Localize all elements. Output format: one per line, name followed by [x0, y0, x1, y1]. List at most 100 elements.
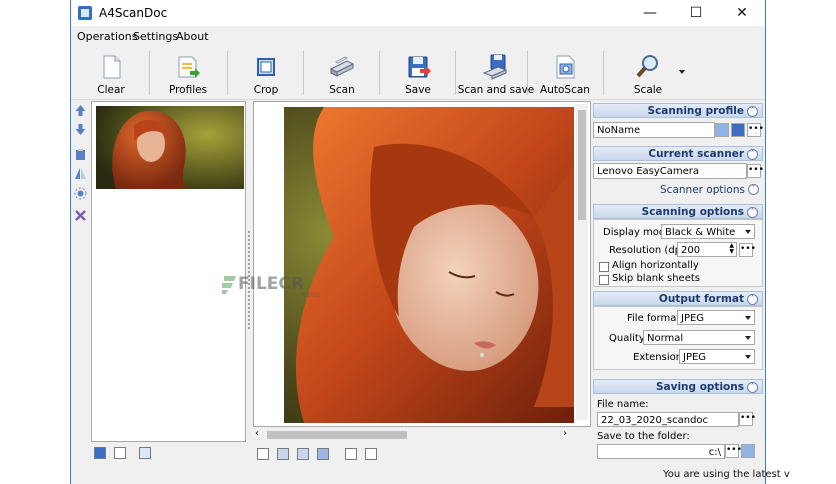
- profiles-button[interactable]: Profiles: [151, 49, 225, 97]
- saving-options-header[interactable]: Saving options ˆ: [593, 379, 763, 394]
- collapse-icon[interactable]: ˆ: [747, 294, 758, 305]
- toolbar-separator: [527, 51, 528, 95]
- output-format-header[interactable]: Output format ˆ: [593, 291, 763, 306]
- move-up-icon[interactable]: [74, 104, 87, 117]
- current-scanner-header[interactable]: Current scanner ˆ: [593, 146, 763, 161]
- toolbar-separator: [303, 51, 304, 95]
- scale-button[interactable]: Scale: [611, 49, 685, 97]
- left-tool-strip: [71, 100, 89, 430]
- fit-height-button[interactable]: [297, 448, 309, 460]
- brightness-icon[interactable]: [74, 187, 87, 200]
- chevron-down-icon: [745, 316, 751, 320]
- status-text: You are using the latest v: [663, 469, 790, 480]
- two-page-button[interactable]: [365, 448, 377, 460]
- file-format-label: File format:: [627, 313, 684, 324]
- chevron-down-icon: [745, 355, 751, 359]
- floppy-disk-icon: [408, 56, 431, 78]
- scroll-right-icon[interactable]: ›: [563, 428, 567, 439]
- horizontal-scroll-thumb[interactable]: [267, 431, 407, 439]
- extension-value: JPEG: [683, 352, 707, 363]
- profile-save-icon[interactable]: [731, 123, 745, 137]
- scanner-options-header[interactable]: Scanner options ˇ: [593, 182, 763, 197]
- thumbnail-grid-button[interactable]: [139, 447, 151, 459]
- maximize-button[interactable]: ☐: [673, 0, 719, 26]
- skip-blank-sheets-checkbox[interactable]: [599, 275, 609, 285]
- page-thumbnail[interactable]: [96, 106, 244, 189]
- move-down-icon[interactable]: [74, 123, 87, 136]
- scanner-icon: [329, 56, 355, 77]
- delete-icon[interactable]: [74, 209, 87, 222]
- autoscan-button[interactable]: AutoScan: [529, 49, 601, 97]
- collapse-icon[interactable]: ˆ: [747, 106, 758, 117]
- view-vertical-scrollbar[interactable]: [576, 104, 588, 420]
- autoscan-label: AutoScan: [540, 84, 590, 96]
- menu-bar: Operations Settings About: [71, 27, 765, 47]
- menu-operations[interactable]: Operations: [77, 30, 137, 43]
- scale-dropdown-arrow[interactable]: [679, 70, 685, 74]
- clear-button[interactable]: Clear: [75, 49, 147, 97]
- scanning-options-header[interactable]: Scanning options ˆ: [593, 204, 763, 219]
- clipboard-icon[interactable]: [74, 148, 87, 161]
- folder-more-button[interactable]: •••: [725, 444, 742, 458]
- folder-browse-icon[interactable]: [741, 444, 755, 458]
- single-page-button[interactable]: [345, 448, 357, 460]
- file-name-more-button[interactable]: •••: [739, 412, 756, 426]
- profile-open-icon[interactable]: [715, 123, 729, 137]
- scan-label: Scan: [329, 84, 355, 96]
- view-horizontal-scrollbar[interactable]: ‹ ›: [253, 428, 573, 442]
- expand-icon[interactable]: ˇ: [748, 184, 759, 195]
- save-folder-field[interactable]: c:\: [597, 444, 725, 459]
- scan-button[interactable]: Scan: [305, 49, 379, 97]
- clear-label: Clear: [97, 84, 125, 96]
- crop-label: Crop: [253, 84, 279, 96]
- file-name-field[interactable]: 22_03_2020_scandoc: [597, 412, 739, 427]
- align-horizontally-checkbox[interactable]: [599, 262, 609, 272]
- crop-button[interactable]: Crop: [229, 49, 303, 97]
- actual-size-button[interactable]: [317, 448, 329, 460]
- scanning-profile-header[interactable]: Scanning profile ˆ: [593, 103, 763, 118]
- profiles-label: Profiles: [168, 84, 208, 96]
- view-toolbar: [253, 446, 591, 464]
- uncheck-all-button[interactable]: [114, 447, 126, 459]
- resolution-spinner[interactable]: 200 ▲ ▼: [677, 242, 737, 257]
- collapse-icon[interactable]: ˆ: [747, 149, 758, 160]
- vertical-scroll-thumb[interactable]: [578, 110, 586, 220]
- toolbar-separator: [603, 51, 604, 95]
- chevron-down-icon: [745, 230, 751, 234]
- mirror-icon[interactable]: [74, 167, 87, 180]
- fit-width-button[interactable]: [277, 448, 289, 460]
- toolbar-separator: [455, 51, 456, 95]
- scan-and-save-button[interactable]: Scan and save: [457, 49, 535, 97]
- display-mode-select[interactable]: Black & White: [661, 224, 755, 239]
- close-button[interactable]: ✕: [719, 0, 765, 26]
- title-bar: A4ScanDoc — ☐ ✕: [71, 0, 765, 26]
- profile-name-field[interactable]: NoName: [593, 122, 715, 138]
- scroll-left-icon[interactable]: ‹: [255, 428, 259, 439]
- menu-about[interactable]: About: [176, 30, 209, 43]
- extension-label: Extension:: [633, 352, 686, 363]
- watermark-suffix: .com: [300, 290, 320, 299]
- quality-value: Normal: [647, 333, 684, 344]
- status-bar: You are using the latest v: [591, 466, 790, 482]
- file-format-select[interactable]: JPEG: [677, 310, 755, 325]
- collapse-icon[interactable]: ˆ: [747, 207, 758, 218]
- toolbar-separator: [379, 51, 380, 95]
- save-label: Save: [405, 84, 431, 96]
- menu-settings[interactable]: Settings: [133, 30, 178, 43]
- scanner-name-field[interactable]: Lenovo EasyCamera: [593, 163, 747, 179]
- scan-save-icon: [482, 54, 508, 80]
- crop-icon: [257, 58, 275, 76]
- check-all-button[interactable]: [94, 447, 106, 459]
- save-button[interactable]: Save: [381, 49, 455, 97]
- scanner-more-button[interactable]: •••: [747, 164, 764, 178]
- quality-select[interactable]: Normal: [643, 330, 755, 345]
- spinner-arrows-icon[interactable]: ▲ ▼: [729, 243, 734, 255]
- profile-more-button[interactable]: •••: [747, 123, 764, 137]
- fit-page-button[interactable]: [257, 448, 269, 460]
- resolution-more-button[interactable]: •••: [739, 243, 756, 257]
- minimize-button[interactable]: —: [627, 0, 673, 26]
- collapse-icon[interactable]: ˆ: [747, 382, 758, 393]
- image-view: [253, 101, 591, 427]
- extension-select[interactable]: JPEG: [679, 349, 755, 364]
- app-window: A4ScanDoc — ☐ ✕ Operations Settings Abou…: [70, 0, 790, 484]
